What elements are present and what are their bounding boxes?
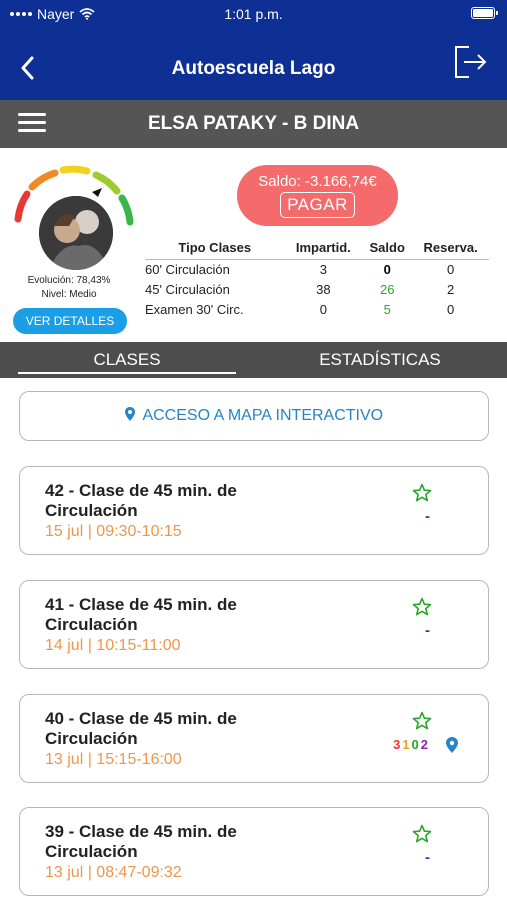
- view-details-button[interactable]: VER DETALLES: [13, 308, 127, 334]
- avatar: [39, 196, 113, 270]
- table-cell: Examen 30' Circ.: [145, 301, 244, 317]
- gauge-needle: [92, 188, 102, 197]
- lesson-title: 42 - Clase de 45 min. de Circulación: [45, 481, 237, 520]
- map-pin-icon: [124, 407, 135, 421]
- table-cell: 26: [379, 281, 395, 297]
- column-header: Reserva.: [412, 239, 489, 260]
- table-row: 60' Circulación 3 0 0: [145, 259, 489, 279]
- score-digit: 1: [402, 737, 412, 752]
- tab-classes[interactable]: CLASES: [18, 342, 236, 378]
- lesson-title: 39 - Clase de 45 min. de Circulación: [45, 822, 237, 861]
- table-cell: 0: [447, 261, 455, 277]
- evolution-value: Evolución: 78,43%: [27, 275, 111, 286]
- page-title: Autoescuela Lago: [171, 58, 336, 79]
- rating-placeholder: -: [425, 508, 430, 525]
- column-header: Saldo: [362, 239, 413, 260]
- lesson-date: 14 jul | 10:15-11:00: [45, 637, 181, 654]
- logout-button[interactable]: [453, 44, 489, 80]
- lesson-card[interactable]: 39 - Clase de 45 min. de Circulación 13 …: [19, 807, 489, 896]
- rating-placeholder: -: [425, 622, 430, 639]
- lesson-card[interactable]: 41 - Clase de 45 min. de Circulación 14 …: [19, 580, 489, 669]
- table-cell: 0: [319, 301, 327, 317]
- student-name: ELSA PATAKY - B DINA: [147, 113, 360, 134]
- table-cell: 38: [316, 281, 331, 297]
- table-row: Examen 30' Circ. 0 5 0: [145, 299, 489, 319]
- map-pin-icon[interactable]: [446, 737, 458, 753]
- student-summary: Evolución: 78,43% Nivel: Medio VER DETAL…: [0, 148, 507, 342]
- table-cell: 3: [319, 261, 327, 277]
- table-cell: 5: [383, 301, 391, 317]
- lesson-title: 40 - Clase de 45 min. de Circulación: [45, 709, 237, 748]
- classes-table: Tipo Clases Impartid. Saldo Reserva. 60'…: [145, 239, 489, 319]
- score-digit: 0: [411, 737, 421, 752]
- lesson-card[interactable]: 40 - Clase de 45 min. de Circulación 13 …: [19, 694, 489, 783]
- star-icon[interactable]: [412, 711, 432, 731]
- tab-bar: CLASES ESTADÍSTICAS: [0, 342, 507, 378]
- lesson-title: 41 - Clase de 45 min. de Circulación: [45, 595, 237, 634]
- balance-value: Saldo: -3.166,74€: [258, 173, 377, 190]
- table-cell: 2: [447, 281, 455, 297]
- pay-button[interactable]: PAGAR: [280, 192, 355, 218]
- table-cell: 45' Circulación: [145, 281, 230, 297]
- rating-placeholder: -: [425, 849, 430, 866]
- map-button-label: ACCESO A MAPA INTERACTIVO: [142, 407, 384, 424]
- app-header: Nayer 1:01 p.m. Autoescuela Lago: [0, 0, 507, 100]
- score-digit: 3: [393, 737, 403, 752]
- evolution-info: Evolución: 78,43% Nivel: Medio: [0, 274, 138, 302]
- status-time: 1:01 p.m.: [224, 6, 283, 22]
- lesson-card[interactable]: 42 - Clase de 45 min. de Circulación 15 …: [19, 466, 489, 555]
- table-cell: 0: [447, 301, 455, 317]
- user-bar: ELSA PATAKY - B DINA: [0, 100, 507, 148]
- logout-icon: [455, 46, 487, 78]
- star-icon[interactable]: [412, 597, 432, 617]
- table-cell: 60' Circulación: [145, 261, 230, 277]
- tab-statistics[interactable]: ESTADÍSTICAS: [270, 342, 490, 378]
- table-cell: 0: [383, 261, 391, 277]
- balance-badge: Saldo: -3.166,74€ PAGAR: [237, 165, 398, 226]
- interactive-map-button[interactable]: ACCESO A MAPA INTERACTIVO: [19, 391, 489, 441]
- lesson-date: 13 jul | 08:47-09:32: [45, 864, 182, 881]
- table-header-row: Tipo Clases Impartid. Saldo Reserva.: [145, 239, 489, 260]
- status-bar: Nayer 1:01 p.m.: [0, 0, 507, 28]
- lesson-date: 13 jul | 15:15-16:00: [45, 751, 182, 768]
- column-header: Tipo Clases: [145, 239, 285, 260]
- battery-icon: [471, 7, 498, 19]
- star-icon[interactable]: [412, 483, 432, 503]
- level-value: Nivel: Medio: [41, 289, 97, 300]
- star-icon[interactable]: [412, 824, 432, 844]
- lesson-scores: 3102: [393, 737, 430, 752]
- lesson-date: 15 jul | 09:30-10:15: [45, 523, 182, 540]
- table-row: 45' Circulación 38 26 2: [145, 279, 489, 299]
- score-digit: 2: [420, 737, 430, 752]
- column-header: Impartid.: [284, 239, 363, 260]
